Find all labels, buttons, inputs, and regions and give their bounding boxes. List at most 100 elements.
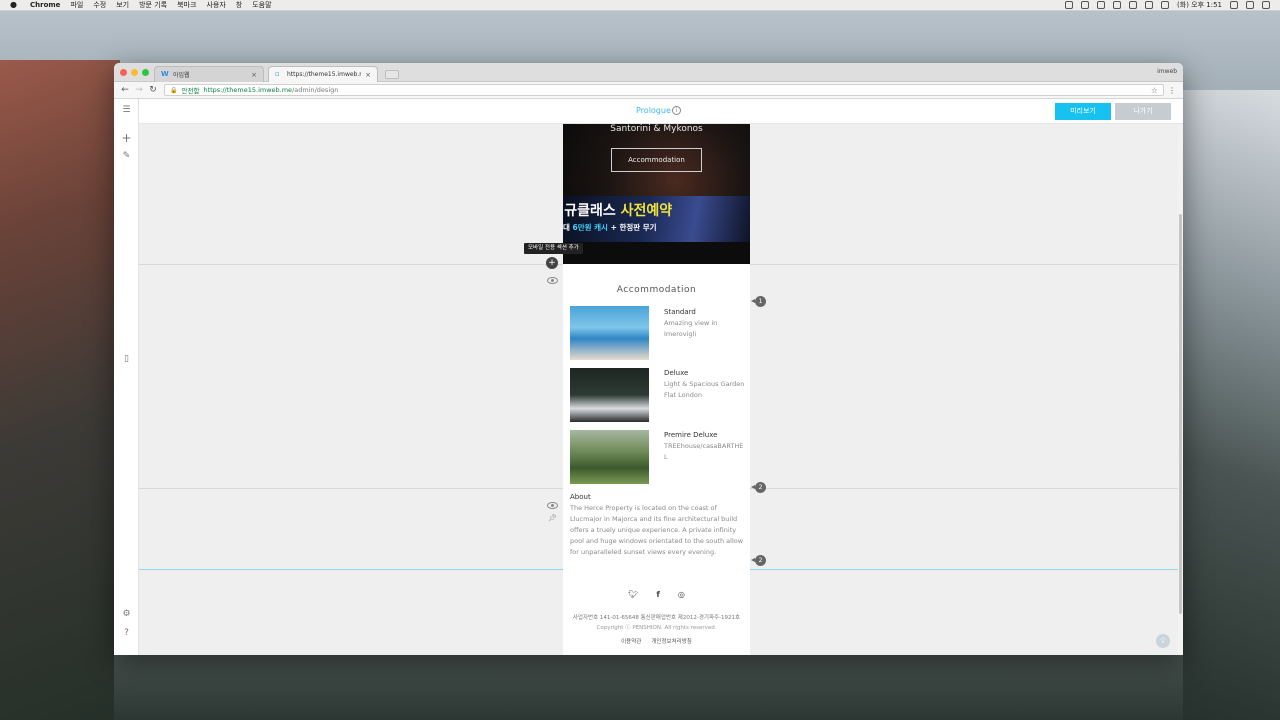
menu-app-name[interactable]: Chrome <box>30 1 60 9</box>
menu-window[interactable]: 창 <box>236 0 242 10</box>
visibility-eye-icon[interactable] <box>547 502 558 509</box>
new-tab-button[interactable] <box>385 70 399 79</box>
room-name[interactable]: Deluxe <box>664 369 688 377</box>
close-tab-icon[interactable]: × <box>365 71 371 79</box>
profile-name[interactable]: imweb <box>1157 68 1177 75</box>
editor-left-toolbar: ☰ + ✎ ▯ ⚙ ? <box>114 99 139 655</box>
chrome-menu-icon[interactable]: ⋮ <box>1168 86 1176 95</box>
gear-icon[interactable]: ⚙ <box>120 608 133 621</box>
browser-window: W 아임웹 × ▫ https://theme15.imweb.me/ad × … <box>114 63 1183 655</box>
terms-link[interactable]: 이용약관 <box>621 637 641 645</box>
window-controls <box>120 69 149 76</box>
social-links: 🐦︎ f ◎ <box>563 590 750 599</box>
design-canvas: Santorini & Mykonos Accommodation I규클래스 … <box>139 124 1178 655</box>
zoom-window-button[interactable] <box>142 69 149 76</box>
banner-bottom-strip <box>563 242 750 264</box>
footer-links: 이용약관 개인정보처리방침 <box>563 637 750 645</box>
notification-center-icon[interactable] <box>1262 1 1270 9</box>
close-window-button[interactable] <box>120 69 127 76</box>
desktop-wallpaper-left <box>0 60 120 720</box>
copyright: Copyright ⓒ PENSHION. All rights reserve… <box>596 625 717 631</box>
desktop-wallpaper-bottom <box>114 655 1183 720</box>
add-section-icon[interactable]: + <box>120 132 133 145</box>
bookmark-star-icon[interactable]: ☆ <box>1151 86 1158 95</box>
menu-bookmarks[interactable]: 북마크 <box>177 0 196 10</box>
room-desc: Amazing view in Imerovigli <box>664 319 718 338</box>
url-input[interactable]: 🔒 안전함 https://theme15.imweb.me/admin/des… <box>164 84 1164 96</box>
preview-button[interactable]: 미리보기 <box>1055 103 1111 120</box>
menu-view[interactable]: 보기 <box>116 0 129 10</box>
room-image-standard[interactable] <box>570 306 649 360</box>
pin-icon[interactable]: 📌︎ <box>548 514 557 522</box>
instagram-icon[interactable]: ◎ <box>678 590 685 599</box>
room-image-premire-deluxe[interactable] <box>570 430 649 484</box>
close-tab-icon[interactable]: × <box>251 71 257 79</box>
hero-section[interactable]: Santorini & Mykonos Accommodation <box>563 124 750 196</box>
input-source-icon[interactable] <box>1161 1 1170 9</box>
forward-icon[interactable]: → <box>132 85 146 95</box>
hero-title: Santorini & Mykonos <box>610 124 703 134</box>
room-desc: Light & Spacious Garden Flat London <box>664 380 745 399</box>
page-title[interactable]: Prologue <box>636 106 671 115</box>
tab-bar: W 아임웹 × ▫ https://theme15.imweb.me/ad × … <box>114 63 1183 82</box>
menubar-status-area: (화) 오후 1:51 <box>1065 0 1270 10</box>
info-icon[interactable]: i <box>672 106 681 115</box>
record-icon[interactable] <box>1065 1 1074 9</box>
scroll-thumb[interactable] <box>1179 214 1182 614</box>
siri-icon[interactable] <box>1246 1 1254 9</box>
magic-wand-icon[interactable]: ✎ <box>120 150 133 163</box>
section-number-badge[interactable]: 2 <box>751 482 766 493</box>
accommodation-heading: Accommodation <box>616 285 697 295</box>
url-text: https://theme15.imweb.me/admin/design <box>203 86 339 94</box>
lightbulb-help-icon[interactable]: 💡︎ <box>1156 634 1170 648</box>
tab-admin-design[interactable]: ▫ https://theme15.imweb.me/ad × <box>268 66 378 82</box>
section-number-badge[interactable]: 1 <box>751 296 766 307</box>
notes-icon[interactable] <box>1081 1 1090 9</box>
menu-help[interactable]: 도움말 <box>252 0 271 10</box>
hero-accommodation-button[interactable]: Accommodation <box>611 148 702 172</box>
room-name[interactable]: Premire Deluxe <box>664 431 717 439</box>
ad-banner[interactable]: I규클래스 사전예약 대 6만원 캐시 + 한정판 무기 <box>563 196 750 242</box>
room-name[interactable]: Standard <box>664 308 696 316</box>
banner-subline: 대 6만원 캐시 + 한정판 무기 <box>563 223 657 232</box>
hamburger-menu-icon[interactable]: ☰ <box>120 104 133 117</box>
facebook-icon[interactable]: f <box>656 590 659 599</box>
imweb-favicon-icon: W <box>161 70 169 78</box>
exit-button[interactable]: 나가기 <box>1115 103 1171 120</box>
menu-edit[interactable]: 수정 <box>93 0 106 10</box>
mobile-preview: Santorini & Mykonos Accommodation I규클래스 … <box>563 124 750 655</box>
airplay-icon[interactable] <box>1145 1 1154 9</box>
section-number-badge[interactable]: 2 <box>751 555 766 566</box>
about-text: The Herce Property is located on the coa… <box>570 504 744 556</box>
business-info: 사업자번호 141-01-65648 통신판매업번호 제2012-경기파주-19… <box>572 615 741 621</box>
clipboard-icon[interactable] <box>1097 1 1106 9</box>
wifi-icon[interactable] <box>1113 1 1122 9</box>
minimize-window-button[interactable] <box>131 69 138 76</box>
back-icon[interactable]: ← <box>118 85 132 95</box>
spotlight-icon[interactable] <box>1230 1 1238 9</box>
volume-icon[interactable] <box>1129 1 1138 9</box>
room-desc: TREEhouse/casaBARTHEL <box>664 442 744 461</box>
menubar-clock[interactable]: (화) 오후 1:51 <box>1177 0 1222 10</box>
menu-file[interactable]: 파일 <box>70 0 83 10</box>
secure-label: 안전함 <box>181 87 200 95</box>
room-image-deluxe[interactable] <box>570 368 649 422</box>
tab-title: https://theme15.imweb.me/ad <box>287 71 361 78</box>
tab-imweb[interactable]: W 아임웹 × <box>154 66 264 82</box>
mobile-device-icon[interactable]: ▯ <box>120 353 133 366</box>
twitter-icon[interactable]: 🐦︎ <box>628 590 638 599</box>
reload-icon[interactable]: ↻ <box>146 85 160 95</box>
help-icon[interactable]: ? <box>120 627 133 640</box>
apple-icon[interactable]: ● <box>10 0 20 10</box>
tab-title: 아임웹 <box>173 72 190 79</box>
imweb-editor: ☰ + ✎ ▯ ⚙ ? Prologue i 미리보기 나가기 Santorin… <box>114 99 1183 655</box>
about-heading: About <box>570 493 591 501</box>
visibility-eye-icon[interactable] <box>547 277 558 284</box>
canvas-scrollbar[interactable] <box>1178 124 1183 655</box>
add-mobile-section-button[interactable]: + <box>546 257 558 269</box>
lock-icon: 🔒 <box>170 86 178 94</box>
editor-top-bar: Prologue i 미리보기 나가기 <box>139 99 1183 124</box>
menu-history[interactable]: 방문 기록 <box>139 0 167 10</box>
menu-people[interactable]: 사용자 <box>206 0 225 10</box>
privacy-link[interactable]: 개인정보처리방침 <box>651 637 691 645</box>
